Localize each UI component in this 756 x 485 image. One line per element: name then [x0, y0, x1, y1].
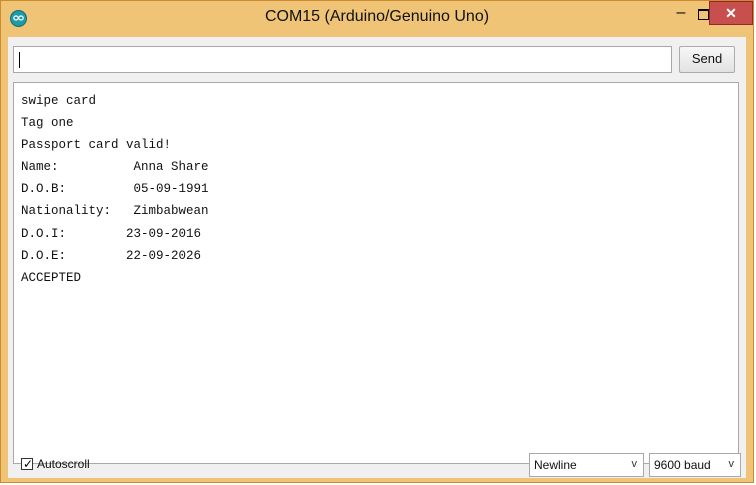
- close-icon: ✕: [725, 5, 737, 21]
- output-line: Tag one: [21, 116, 74, 131]
- serial-monitor-client: Send swipe card Tag one Passport card vali…: [8, 37, 746, 478]
- line-ending-value: Newline: [534, 458, 577, 472]
- baud-rate-value: 9600 baud: [654, 458, 711, 472]
- status-bar: ✓ Autoscroll Newline v 9600 baud v: [13, 449, 742, 478]
- minimize-button[interactable]: –: [668, 4, 694, 26]
- baud-rate-select[interactable]: 9600 baud v: [649, 453, 741, 477]
- serial-input-field[interactable]: [13, 46, 672, 73]
- window-title: COM15 (Arduino/Genuino Uno): [264, 8, 490, 25]
- send-button[interactable]: Send: [679, 46, 735, 73]
- output-line: D.O.E: 22-09-2026: [21, 248, 202, 263]
- autoscroll-label: Autoscroll: [37, 457, 90, 471]
- output-line: Name: Anna Share: [21, 160, 209, 175]
- output-line: D.O.B: 05-09-1991: [21, 182, 209, 197]
- output-line: Nationality: Zimbabwean: [21, 204, 209, 219]
- chevron-down-icon: v: [728, 458, 735, 470]
- title-bar[interactable]: COM15 (Arduino/Genuino Uno) – ✕: [1, 1, 753, 37]
- serial-monitor-window: COM15 (Arduino/Genuino Uno) – ✕ Send swi…: [0, 0, 754, 483]
- maximize-icon: [698, 9, 709, 20]
- output-line: D.O.I: 23-09-2016: [21, 226, 202, 241]
- chevron-down-icon: v: [631, 458, 638, 470]
- line-ending-select[interactable]: Newline v: [529, 453, 644, 477]
- checkmark-icon: ✓: [23, 457, 34, 471]
- serial-output-area[interactable]: swipe card Tag one Passport card valid! Nam…: [13, 82, 739, 464]
- output-line: ACCEPTED: [21, 270, 82, 285]
- checkbox-box[interactable]: ✓: [21, 457, 34, 471]
- text-caret: [19, 52, 20, 68]
- output-line: Passport card valid!: [21, 138, 172, 153]
- close-button[interactable]: ✕: [709, 1, 753, 25]
- output-line: swipe card: [21, 94, 97, 108]
- minimize-icon: –: [676, 4, 686, 21]
